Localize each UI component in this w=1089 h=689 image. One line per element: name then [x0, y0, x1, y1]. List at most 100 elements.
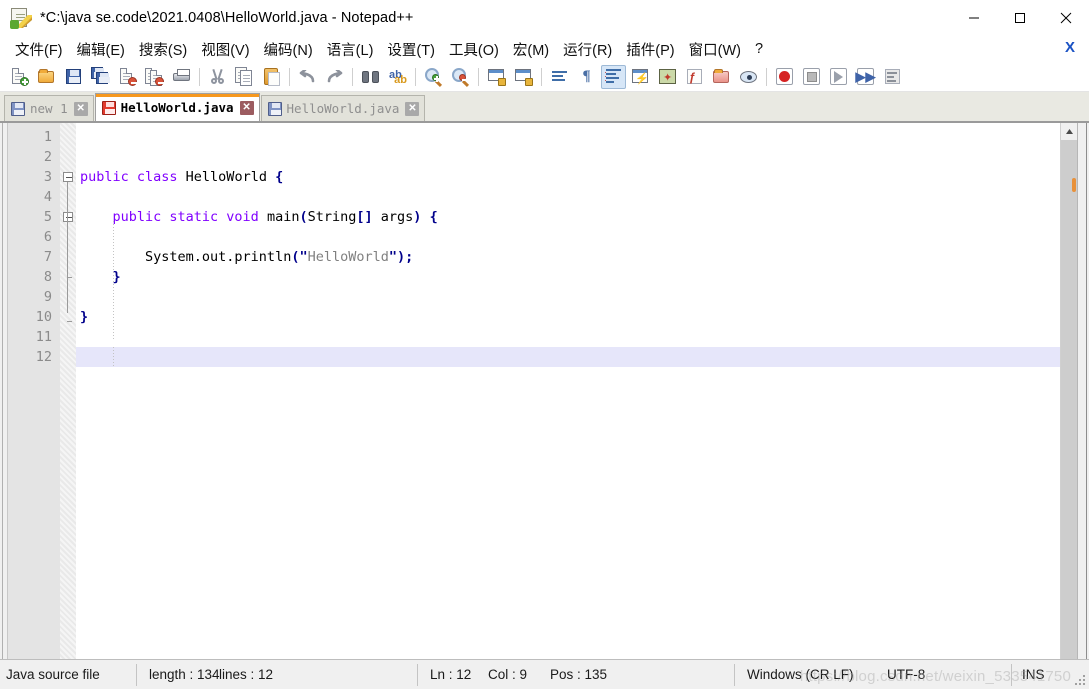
menu-tools[interactable]: 工具(O): [442, 37, 506, 62]
fold-row[interactable]: [60, 187, 76, 207]
menu-search[interactable]: 搜索(S): [132, 37, 194, 62]
tab-helloworld-java-active[interactable]: HelloWorld.java ✕: [94, 93, 260, 121]
code-token: {: [429, 209, 438, 225]
menu-settings[interactable]: 设置(T): [380, 37, 442, 62]
menu-file[interactable]: 文件(F): [8, 37, 70, 62]
status-encoding[interactable]: UTF-8: [881, 660, 1011, 689]
fold-row[interactable]: [60, 227, 76, 247]
fold-row[interactable]: [60, 247, 76, 267]
vertical-scrollbar[interactable]: [1060, 123, 1078, 659]
macro-play-icon[interactable]: [826, 65, 851, 89]
menu-macro[interactable]: 宏(M): [506, 37, 556, 62]
zoom-out-icon[interactable]: [448, 65, 473, 89]
line-number: 4: [43, 189, 52, 205]
close-document-button[interactable]: X: [1065, 39, 1075, 56]
tab-close-icon[interactable]: ✕: [239, 100, 254, 115]
code-line[interactable]: [76, 347, 1060, 367]
fold-collapse-icon[interactable]: [63, 212, 73, 222]
new-file-icon[interactable]: [7, 65, 32, 89]
menu-run[interactable]: 运行(R): [556, 37, 619, 62]
fold-row[interactable]: [60, 287, 76, 307]
word-wrap-icon[interactable]: [547, 65, 572, 89]
code-line[interactable]: public static void main(String[] args) {: [76, 207, 1060, 227]
resize-grip[interactable]: [1075, 675, 1087, 687]
fold-row[interactable]: [60, 347, 76, 367]
find-icon[interactable]: [358, 65, 383, 89]
code-line[interactable]: }: [76, 307, 1060, 327]
status-lines: lines : 12: [219, 667, 274, 682]
tab-helloworld-java-second[interactable]: HelloWorld.java ✕: [260, 95, 426, 121]
close-button[interactable]: [1043, 0, 1089, 36]
macro-stop-icon[interactable]: [799, 65, 824, 89]
status-insert-mode[interactable]: INS: [1012, 660, 1045, 689]
code-token: args: [372, 209, 414, 225]
function-list-icon[interactable]: ƒ: [682, 65, 707, 89]
ui-userdefined-icon[interactable]: ⚡: [628, 65, 653, 89]
minimize-button[interactable]: [951, 0, 997, 36]
code-line[interactable]: [76, 127, 1060, 147]
code-line[interactable]: [76, 187, 1060, 207]
status-eol[interactable]: Windows (CR LF): [735, 660, 881, 689]
redo-icon[interactable]: [322, 65, 347, 89]
fold-margin[interactable]: [60, 123, 76, 659]
menu-view[interactable]: 视图(V): [194, 37, 256, 62]
fold-row[interactable]: [60, 307, 76, 327]
scroll-track[interactable]: [1061, 140, 1077, 659]
macro-save-icon[interactable]: [880, 65, 905, 89]
code-line[interactable]: [76, 147, 1060, 167]
monitoring-icon[interactable]: [736, 65, 761, 89]
toolbar: ab ab ¶ · · · ⚡ ✦ ƒ ▶▶: [0, 62, 1089, 92]
menu-language[interactable]: 语言(L): [320, 37, 381, 62]
cut-icon[interactable]: [205, 65, 230, 89]
replace-icon[interactable]: ab ab: [385, 65, 410, 89]
code-line[interactable]: [76, 227, 1060, 247]
folder-workspace-icon[interactable]: [709, 65, 734, 89]
code-line[interactable]: public class HelloWorld {: [76, 167, 1060, 187]
macro-playmany-icon[interactable]: ▶▶: [853, 65, 878, 89]
fold-row[interactable]: [60, 327, 76, 347]
toolbar-separator: [199, 67, 200, 86]
menu-plugins[interactable]: 插件(P): [619, 37, 681, 62]
undo-icon[interactable]: [295, 65, 320, 89]
save-icon[interactable]: [61, 65, 86, 89]
menu-help[interactable]: ?: [748, 39, 770, 59]
toolbar-separator: [352, 67, 353, 86]
close-file-icon[interactable]: [115, 65, 140, 89]
zoom-in-icon[interactable]: [421, 65, 446, 89]
sync-vertical-icon[interactable]: [484, 65, 509, 89]
fold-row[interactable]: [60, 127, 76, 147]
code-line[interactable]: [76, 327, 1060, 347]
sync-horizontal-icon[interactable]: [511, 65, 536, 89]
status-ln: Ln : 12: [430, 667, 472, 682]
scroll-up-button[interactable]: [1061, 123, 1078, 140]
fold-row[interactable]: [60, 207, 76, 227]
fold-row[interactable]: [60, 167, 76, 187]
document-map-icon[interactable]: ✦: [655, 65, 680, 89]
app-icon: [10, 7, 32, 29]
tab-close-icon[interactable]: ✕: [73, 101, 88, 116]
close-all-icon[interactable]: [142, 65, 167, 89]
menu-bar: 文件(F) 编辑(E) 搜索(S) 视图(V) 编码(N) 语言(L) 设置(T…: [0, 36, 1089, 62]
open-file-icon[interactable]: [34, 65, 59, 89]
paste-icon[interactable]: [259, 65, 284, 89]
menu-encoding[interactable]: 编码(N): [257, 37, 320, 62]
code-token: public static void: [112, 209, 267, 225]
tab-new-1[interactable]: new 1 ✕: [4, 95, 94, 121]
tab-label: HelloWorld.java: [286, 101, 400, 116]
menu-edit[interactable]: 编辑(E): [70, 37, 132, 62]
code-line[interactable]: }: [76, 267, 1060, 287]
fold-row[interactable]: [60, 147, 76, 167]
indent-guide-icon[interactable]: · · ·: [601, 64, 626, 89]
save-all-icon[interactable]: [88, 65, 113, 89]
code-line[interactable]: [76, 287, 1060, 307]
code-line[interactable]: System.out.println("HelloWorld");: [76, 247, 1060, 267]
menu-window[interactable]: 窗口(W): [682, 37, 748, 62]
maximize-button[interactable]: [997, 0, 1043, 36]
macro-record-icon[interactable]: [772, 65, 797, 89]
show-all-chars-icon[interactable]: ¶: [574, 65, 599, 89]
copy-icon[interactable]: [232, 65, 257, 89]
tab-close-icon[interactable]: ✕: [405, 101, 420, 116]
print-icon[interactable]: [169, 65, 194, 89]
fold-collapse-icon[interactable]: [63, 172, 73, 182]
code-canvas[interactable]: public class HelloWorld { public static …: [76, 123, 1060, 659]
